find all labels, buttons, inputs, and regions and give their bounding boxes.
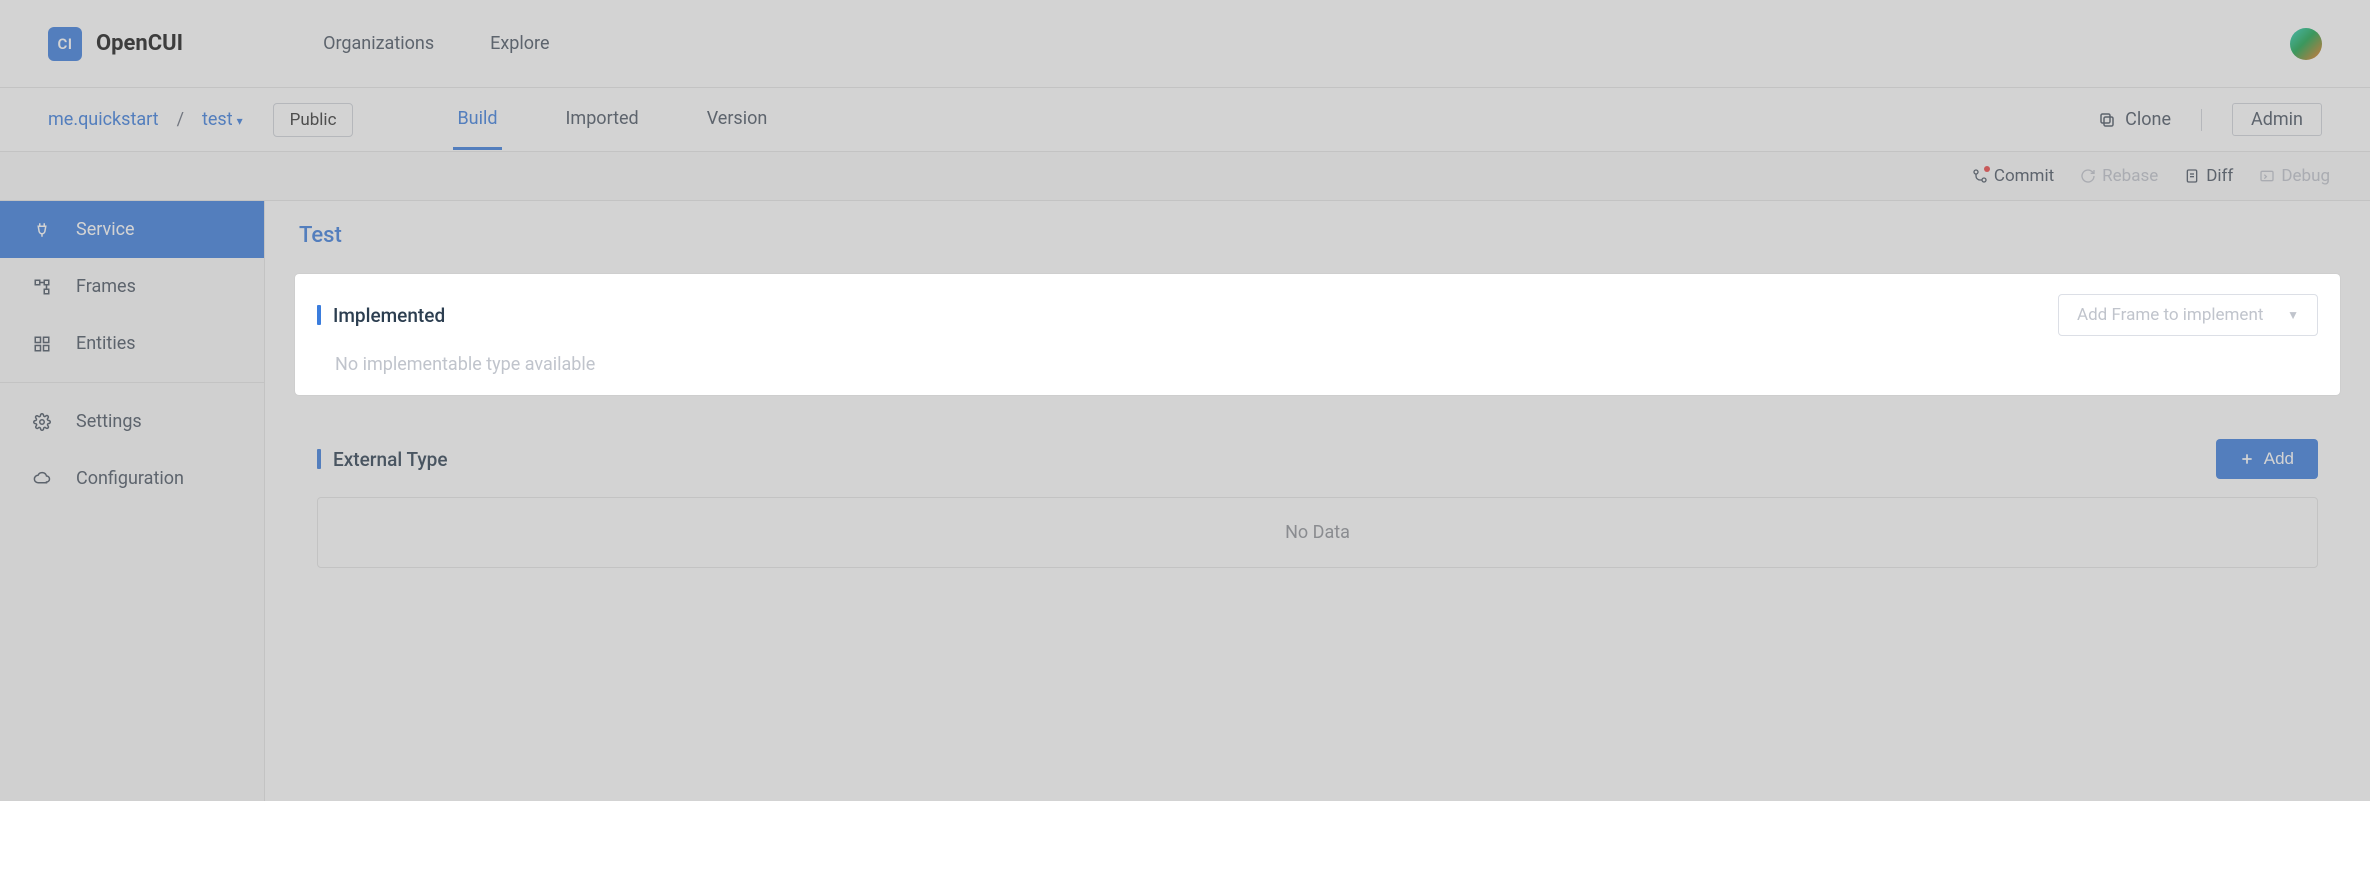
refresh-icon — [2080, 168, 2096, 184]
add-frame-select[interactable]: Add Frame to implement ▼ — [2058, 294, 2318, 336]
terminal-icon — [2259, 168, 2275, 184]
gear-icon — [32, 412, 52, 432]
accent-bar-icon — [317, 449, 321, 469]
chevron-down-icon: ▾ — [237, 114, 243, 128]
sidebar-item-settings[interactable]: Settings — [0, 393, 264, 450]
hierarchy-icon — [32, 277, 52, 297]
plus-icon — [2240, 452, 2254, 466]
file-icon — [2184, 168, 2200, 184]
sidebar-item-label: Frames — [76, 276, 136, 297]
empty-message: No implementable type available — [317, 354, 2318, 375]
section-heading: Implemented — [333, 304, 445, 327]
page-title: Test — [295, 223, 2340, 248]
implemented-section: Implemented Add Frame to implement ▼ No … — [295, 274, 2340, 395]
logo-text: OpenCUI — [96, 31, 183, 56]
sidebar-item-label: Settings — [76, 411, 142, 432]
visibility-badge: Public — [273, 103, 354, 137]
clone-button[interactable]: Clone — [2097, 109, 2171, 130]
rebase-button: Rebase — [2080, 166, 2158, 186]
nav-explore[interactable]: Explore — [490, 33, 549, 54]
diff-button[interactable]: Diff — [2184, 166, 2233, 186]
plug-icon — [32, 220, 52, 240]
cloud-icon — [32, 469, 52, 489]
breadcrumb: me.quickstart / test▾ — [48, 109, 243, 130]
breadcrumb-project[interactable]: test▾ — [202, 109, 243, 130]
logo[interactable]: CI OpenCUI — [48, 27, 183, 61]
section-heading: External Type — [333, 448, 448, 471]
chevron-down-icon: ▼ — [2287, 308, 2299, 322]
add-button[interactable]: Add — [2216, 439, 2318, 479]
branch-icon — [1972, 168, 1988, 184]
admin-button[interactable]: Admin — [2232, 103, 2322, 136]
sidebar-item-label: Entities — [76, 333, 136, 354]
debug-button: Debug — [2259, 166, 2330, 186]
commit-button[interactable]: Commit — [1972, 166, 2054, 186]
sidebar-item-frames[interactable]: Frames — [0, 258, 264, 315]
tab-imported[interactable]: Imported — [562, 90, 643, 150]
accent-bar-icon — [317, 305, 321, 325]
tab-build[interactable]: Build — [453, 90, 501, 150]
divider — [2201, 109, 2202, 131]
nav-organizations[interactable]: Organizations — [323, 33, 434, 54]
sidebar-item-service[interactable]: Service — [0, 201, 264, 258]
notification-dot-icon — [1984, 166, 1990, 172]
tab-version[interactable]: Version — [703, 90, 772, 150]
grid-icon — [32, 334, 52, 354]
breadcrumb-org[interactable]: me.quickstart — [48, 109, 159, 130]
divider — [0, 382, 264, 383]
breadcrumb-separator: / — [177, 109, 184, 130]
no-data-message: No Data — [317, 497, 2318, 568]
avatar[interactable] — [2290, 28, 2322, 60]
sidebar-item-configuration[interactable]: Configuration — [0, 450, 264, 507]
external-type-section: External Type Add No Data — [295, 419, 2340, 588]
sidebar-item-entities[interactable]: Entities — [0, 315, 264, 372]
select-placeholder: Add Frame to implement — [2077, 305, 2263, 325]
logo-badge: CI — [48, 27, 82, 61]
sidebar-item-label: Configuration — [76, 468, 184, 489]
sidebar-item-label: Service — [76, 219, 135, 240]
copy-icon — [2097, 110, 2117, 130]
